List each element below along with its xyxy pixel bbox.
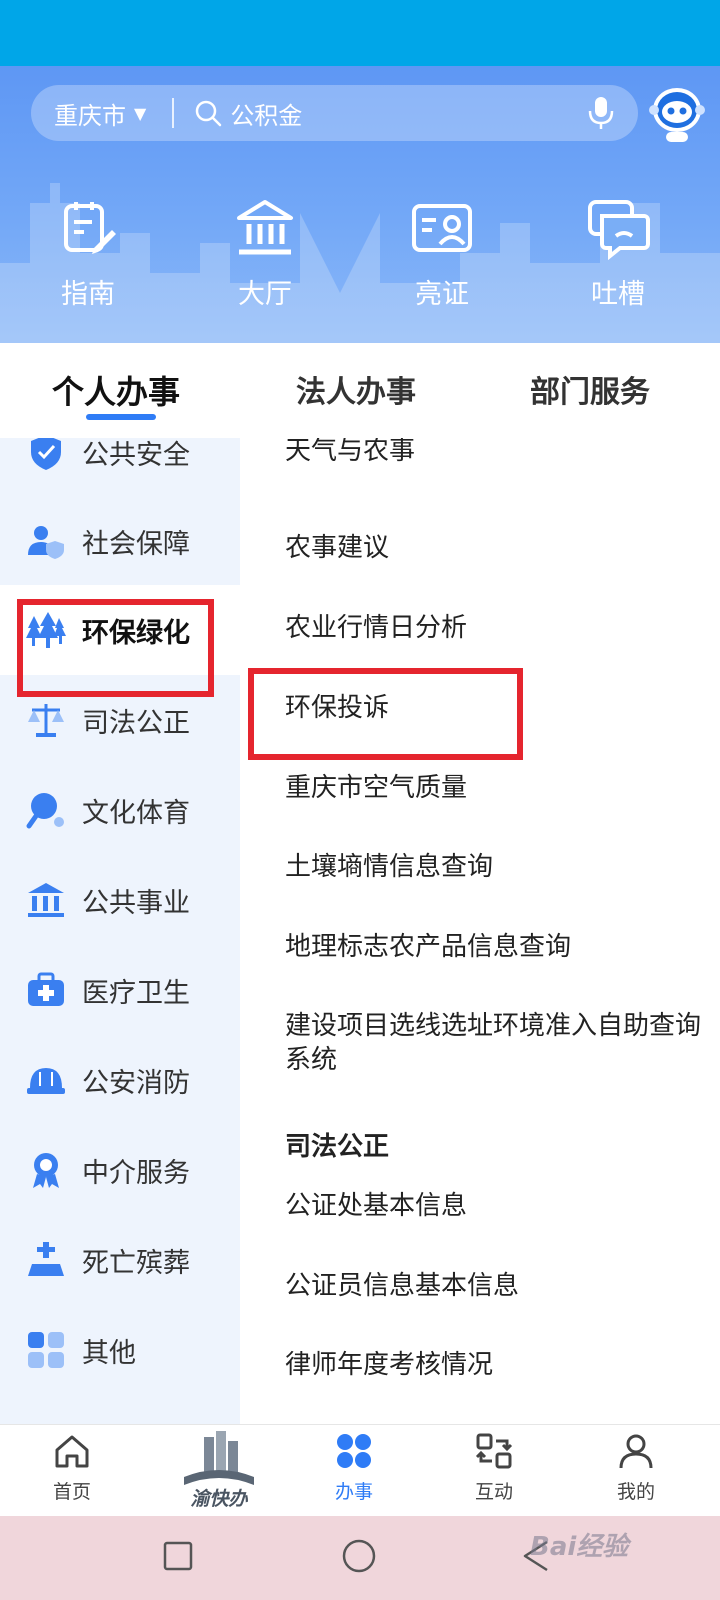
- sidebar-item-label: 医疗卫生: [82, 977, 190, 1009]
- robot-assistant-icon[interactable]: [648, 82, 706, 144]
- scales-icon: [28, 704, 64, 737]
- watermark: Bai经验: [530, 1532, 629, 1562]
- quick-actions: 指南 大厅 亮证 吐槽: [0, 196, 720, 316]
- sidebar-item-social-security[interactable]: 社会保障: [0, 496, 240, 586]
- list-item[interactable]: 重庆市空气质量: [285, 771, 705, 805]
- badge-icon: [33, 1153, 59, 1188]
- nav-profile[interactable]: 我的: [586, 1431, 686, 1504]
- app-logo[interactable]: 渝快办: [178, 1429, 260, 1513]
- sidebar-item-public-safety[interactable]: 公共安全: [0, 438, 240, 497]
- sidebar-item-label: 公共安全: [82, 439, 190, 471]
- status-bar: [0, 0, 720, 66]
- profile-icon: [619, 1434, 653, 1469]
- recent-apps-icon[interactable]: [163, 1541, 193, 1571]
- list-item[interactable]: 天气与农事: [285, 438, 705, 468]
- sidebar-item-other[interactable]: 其他: [0, 1305, 240, 1395]
- interaction-icon: [475, 1433, 513, 1469]
- hall-icon: [237, 200, 293, 255]
- nav-label: 互动: [474, 1481, 513, 1503]
- active-tab-indicator: [86, 414, 156, 420]
- section-header: 司法公正: [285, 1132, 390, 1162]
- list-item[interactable]: 公证员信息基本信息: [285, 1269, 705, 1303]
- sidebar-item-public-utilities[interactable]: 公共事业: [0, 855, 240, 945]
- list-item[interactable]: 农业行情日分析: [285, 611, 705, 645]
- chevron-down-icon: ▼: [134, 103, 147, 123]
- grid-icon: [28, 1332, 64, 1368]
- sidebar-item-label: 公安消防: [82, 1067, 190, 1099]
- list-item[interactable]: 律师年度考核情况: [285, 1348, 705, 1382]
- quick-action-label: 吐槽: [591, 279, 645, 310]
- shield-icon: [31, 438, 61, 470]
- ping-pong-icon: [26, 793, 64, 829]
- medical-kit-icon: [28, 972, 64, 1006]
- sidebar-item-culture-sports[interactable]: 文化体育: [0, 765, 240, 855]
- microphone-icon[interactable]: [586, 95, 616, 131]
- list-item[interactable]: 农事建议: [285, 531, 705, 565]
- city-label: 重庆市: [54, 101, 126, 130]
- building-icon: [28, 883, 64, 917]
- search-input[interactable]: 公积金: [230, 96, 586, 131]
- sidebar-item-funeral[interactable]: 死亡殡葬: [0, 1215, 240, 1305]
- sidebar-item-label: 公共事业: [82, 887, 190, 919]
- bottom-nav: 首页 渝快办 办事 互动 我的: [0, 1424, 720, 1516]
- sidebar-item-label: 社会保障: [82, 528, 190, 560]
- home-circle-icon[interactable]: [342, 1539, 376, 1573]
- list-item[interactable]: 土壤墒情信息查询: [285, 850, 705, 884]
- nav-label: 我的: [616, 1481, 655, 1503]
- quick-action-label: 大厅: [238, 279, 292, 310]
- app-logo-text: 渝快办: [190, 1488, 248, 1510]
- nav-home[interactable]: 首页: [22, 1431, 122, 1504]
- city-selector[interactable]: 重庆市 ▼: [31, 96, 146, 131]
- list-item[interactable]: 公证处基本信息: [285, 1189, 705, 1223]
- id-card-icon: [412, 204, 472, 252]
- quick-action-id-card[interactable]: 亮证: [382, 196, 502, 311]
- quick-action-guide[interactable]: 指南: [28, 196, 148, 311]
- quick-action-label: 指南: [61, 279, 115, 310]
- tomb-icon: [28, 1242, 64, 1276]
- highlight-box-item: [248, 668, 523, 760]
- list-item[interactable]: 建设项目选线选址环境准入自助查询系统: [285, 1009, 705, 1077]
- quick-action-feedback[interactable]: 吐槽: [558, 196, 678, 311]
- search-icon: [196, 100, 222, 127]
- sidebar-item-agency-services[interactable]: 中介服务: [0, 1125, 240, 1215]
- nav-label: 办事: [334, 1481, 373, 1503]
- category-sidebar: 公共安全 社会保障 环保绿化 司法公正 文化体育 公共事业 医疗卫生 公安消防 …: [0, 438, 240, 1424]
- guide-icon: [64, 202, 116, 254]
- quick-action-label: 亮证: [415, 279, 469, 310]
- sidebar-item-label: 司法公正: [82, 707, 190, 739]
- tab-corporate[interactable]: 法人办事: [296, 367, 416, 411]
- feedback-icon: [588, 200, 650, 260]
- highlight-box-sidebar: [17, 599, 214, 697]
- tab-department[interactable]: 部门服务: [530, 367, 650, 411]
- tab-personal[interactable]: 个人办事: [52, 367, 180, 413]
- helmet-icon: [27, 1068, 65, 1094]
- search-divider: [172, 98, 175, 128]
- sidebar-item-label: 其他: [82, 1337, 136, 1369]
- category-tabs: 个人办事 法人办事 部门服务: [0, 343, 720, 438]
- services-icon: [337, 1434, 371, 1468]
- nav-services[interactable]: 办事: [304, 1431, 404, 1504]
- list-item[interactable]: 地理标志农产品信息查询: [285, 930, 705, 964]
- home-icon: [55, 1435, 89, 1468]
- sidebar-item-label: 中介服务: [82, 1157, 190, 1189]
- social-security-icon: [28, 526, 64, 559]
- nav-label: 首页: [52, 1481, 91, 1503]
- search-bar[interactable]: 重庆市 ▼ 公积金: [31, 85, 638, 141]
- quick-action-hall[interactable]: 大厅: [205, 196, 325, 311]
- sidebar-item-label: 死亡殡葬: [82, 1247, 190, 1279]
- sidebar-item-label: 文化体育: [82, 797, 190, 829]
- service-list: 天气与农事 农事建议 农业行情日分析 环保投诉 重庆市空气质量 土壤墒情信息查询…: [240, 438, 720, 1424]
- sidebar-item-medical[interactable]: 医疗卫生: [0, 945, 240, 1035]
- sidebar-item-police-fire[interactable]: 公安消防: [0, 1035, 240, 1125]
- nav-interaction[interactable]: 互动: [444, 1431, 544, 1504]
